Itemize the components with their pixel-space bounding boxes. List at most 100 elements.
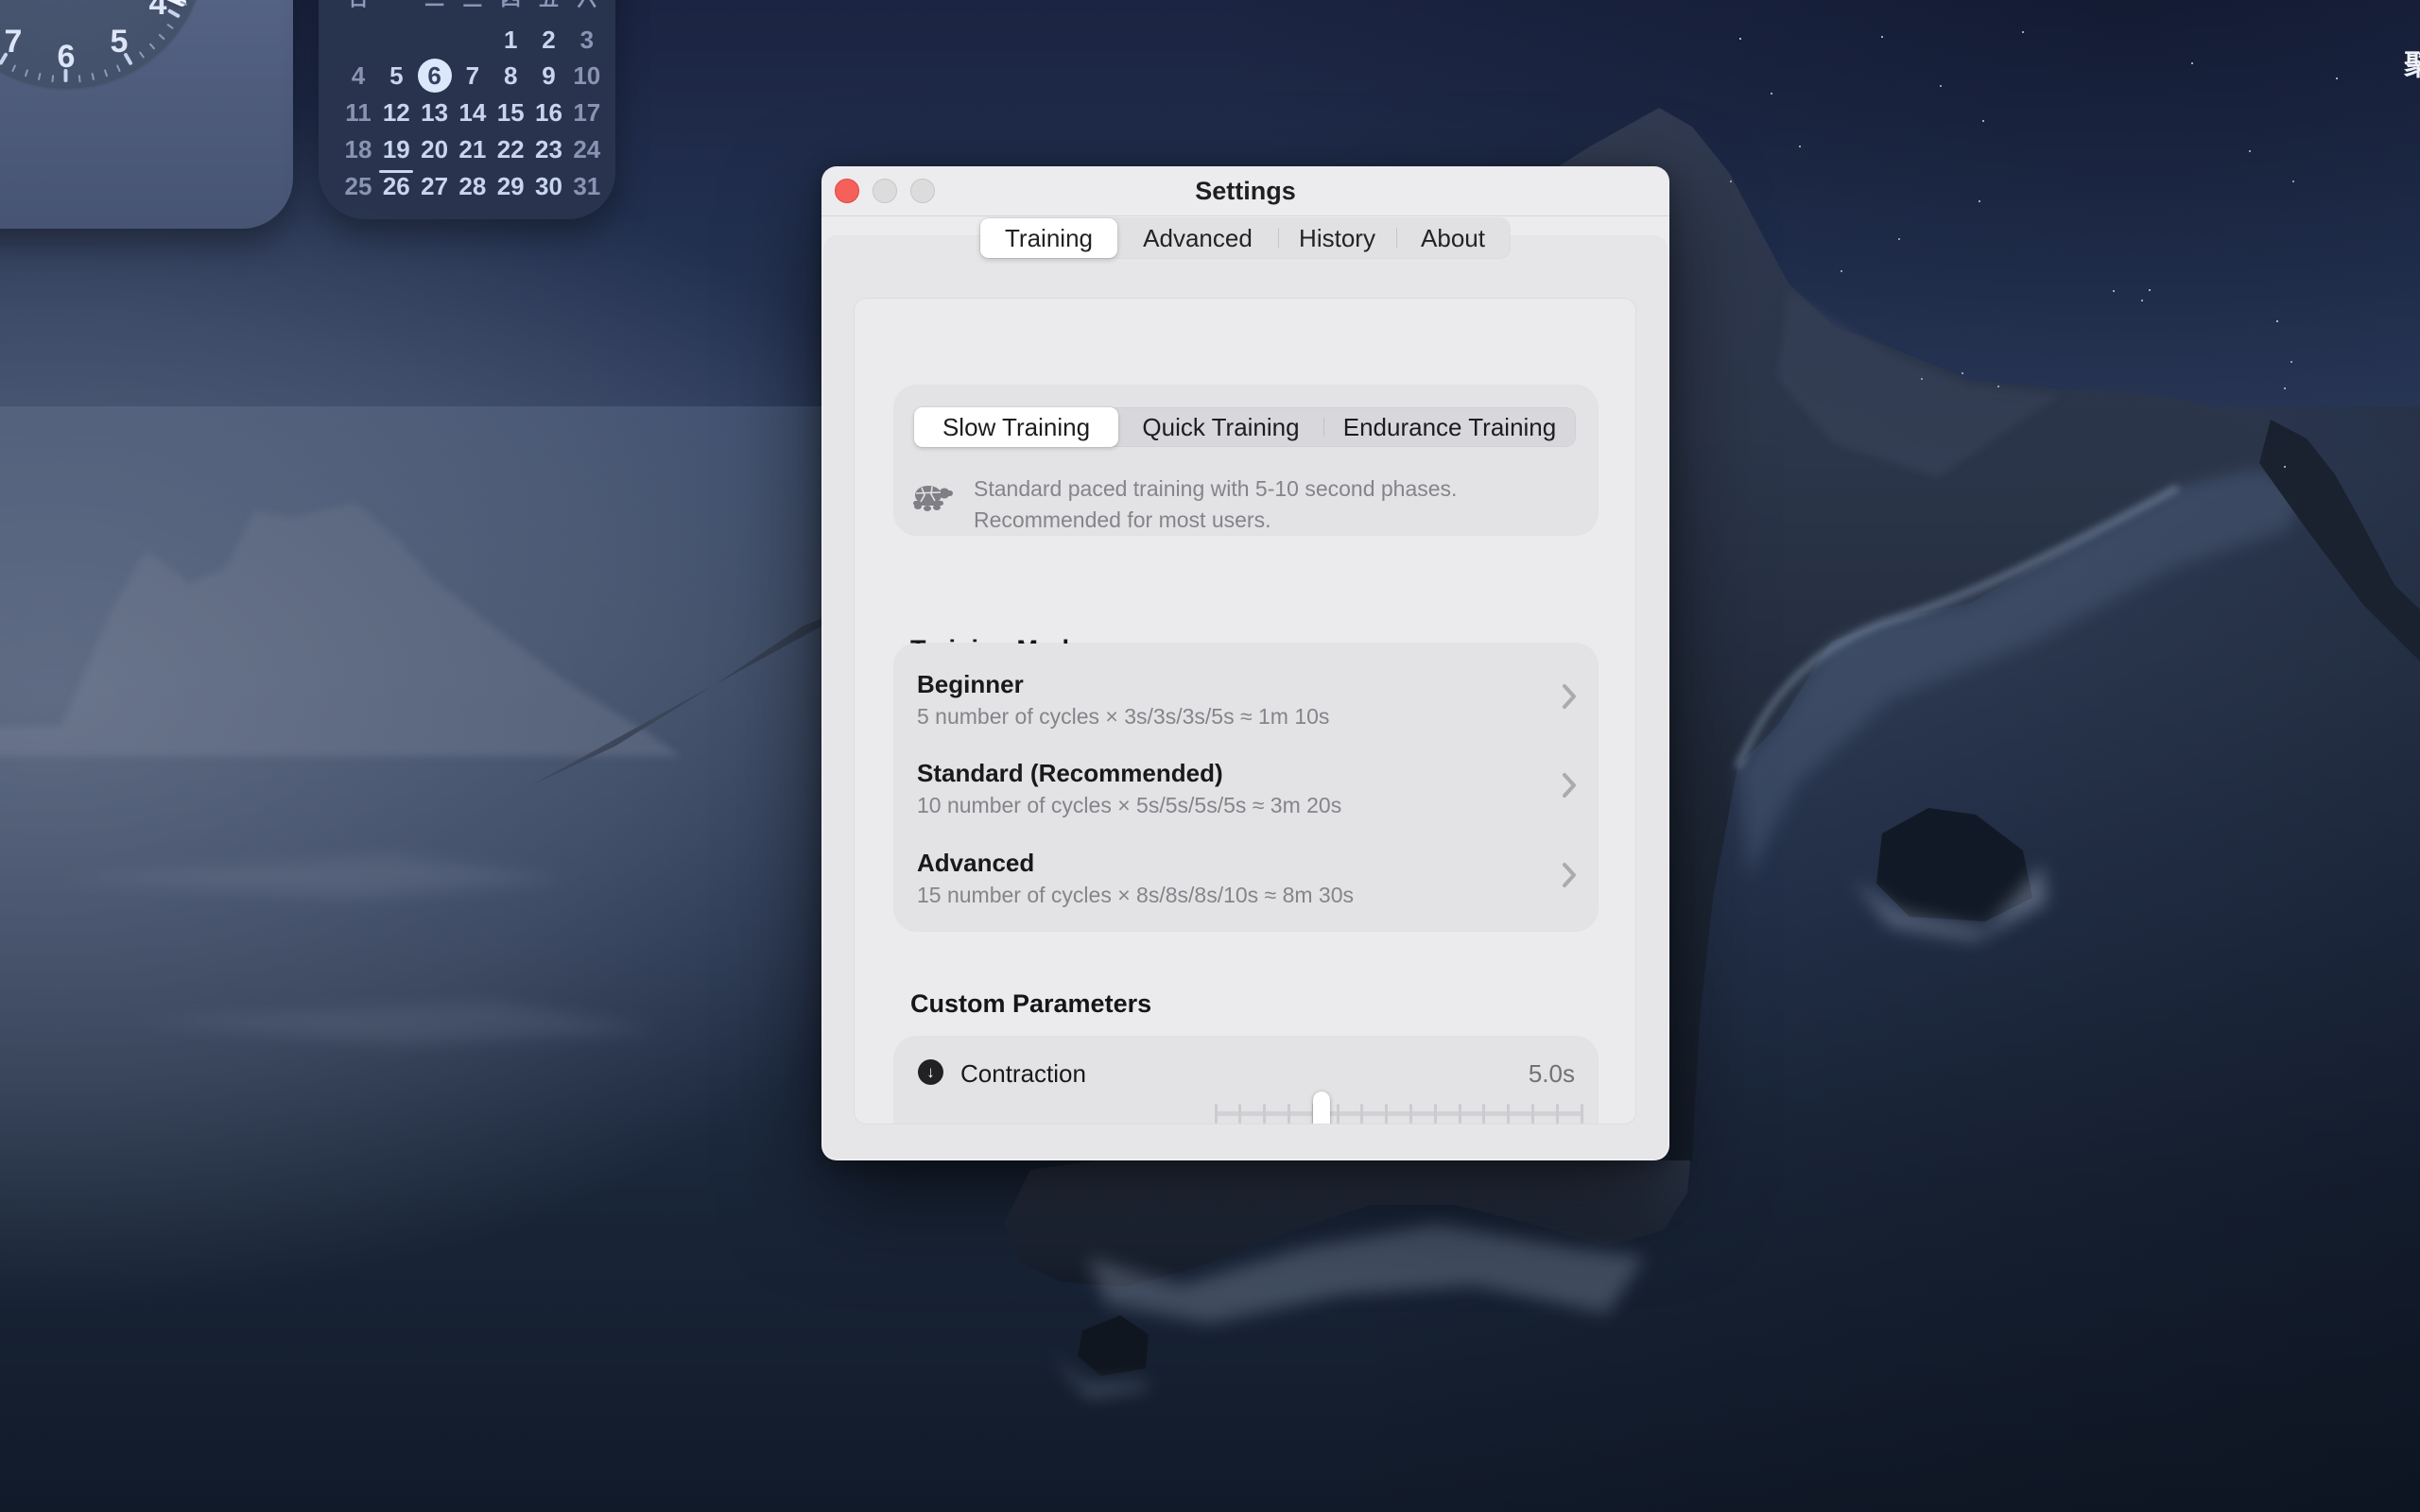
- calendar-weekday: 五: [532, 0, 566, 15]
- tab-label: Advanced: [1143, 224, 1253, 253]
- calendar-day-cell: 16: [532, 95, 566, 129]
- clock-number: 5: [100, 24, 138, 61]
- tab-label: About: [1421, 224, 1485, 253]
- calendar-day-cell: 11: [341, 95, 375, 129]
- clock-tick: [11, 64, 16, 72]
- slider-tick-mark: [1288, 1104, 1290, 1124]
- clock-tick: [149, 43, 156, 49]
- clock-face: 123456789101112: [0, 0, 206, 91]
- calendar-day-cell: 13: [418, 95, 452, 129]
- preset-subtitle: 5 number of cycles × 3s/3s/3s/5s ≈ 1m 10…: [917, 704, 1329, 730]
- slider-tick-mark: [1531, 1104, 1534, 1124]
- clock-tick: [116, 64, 121, 72]
- clock-tick: [78, 75, 81, 82]
- calendar-day-cell: 10: [570, 59, 604, 93]
- segment-quick-training[interactable]: Quick Training: [1118, 407, 1323, 447]
- clock-tick: [158, 34, 164, 41]
- preset-title: Advanced: [917, 849, 1034, 878]
- clock-tick: [91, 73, 95, 80]
- segment-label: Endurance Training: [1343, 413, 1556, 442]
- tab-label: Training: [1005, 224, 1093, 253]
- stars: [1739, 38, 1741, 40]
- tab-advanced[interactable]: Advanced: [1117, 218, 1278, 258]
- calendar-widget[interactable]: 日一二三四五六 12345678910111213141516171819202…: [319, 0, 615, 219]
- calendar-day-cell: 2: [532, 23, 566, 57]
- tab-history[interactable]: History: [1278, 218, 1396, 258]
- calendar-day-cell: 18: [341, 132, 375, 166]
- chevron-right-icon: [1562, 772, 1577, 803]
- calendar-day-cell: 8: [493, 59, 527, 93]
- calendar-day-cell: 29: [493, 169, 527, 203]
- settings-window: Settings Training Advanced History About Tr…: [821, 166, 1669, 1160]
- calendar-day-cell: 25: [341, 169, 375, 203]
- calendar-day-cell: 1: [493, 23, 527, 57]
- calendar-day-cell: 14: [456, 95, 490, 129]
- calendar-day-cell: 28: [456, 169, 490, 203]
- arrow-down-circle-icon: ↓: [918, 1059, 943, 1085]
- clock-tick: [64, 69, 68, 82]
- custom-parameters-box: ↓ Contraction 5.0s: [894, 1037, 1598, 1124]
- parameter-label: Contraction: [960, 1059, 1086, 1089]
- clock-widget[interactable]: 123456789101112: [0, 0, 293, 229]
- training-mode-segmented-control: Slow Training Quick Training Endurance Tra…: [914, 407, 1576, 447]
- slider-tick-mark: [1556, 1104, 1559, 1124]
- slider-tick-mark: [1360, 1104, 1363, 1124]
- preset-title: Beginner: [917, 670, 1024, 699]
- calendar-day-cell: 24: [570, 132, 604, 166]
- tab-bar: Training Advanced History About: [980, 218, 1510, 258]
- calendar-day-cell: 21: [456, 132, 490, 166]
- segment-slow-training[interactable]: Slow Training: [914, 407, 1118, 447]
- calendar-today-cell: 6: [418, 59, 452, 93]
- calendar-day-cell: 12: [379, 95, 413, 129]
- parameter-value: 5.0s: [1529, 1059, 1575, 1089]
- preset-row-advanced[interactable]: Advanced 15 number of cycles × 8s/8s/8s/…: [894, 828, 1598, 923]
- calendar-day-cell: 17: [570, 95, 604, 129]
- slider-tick-mark: [1434, 1104, 1437, 1124]
- calendar-weekday: 日: [341, 0, 375, 15]
- slider-tick-mark: [1263, 1104, 1266, 1124]
- tab-training[interactable]: Training: [980, 218, 1117, 258]
- clock-tick: [38, 73, 42, 80]
- tortoise-icon: [911, 482, 956, 519]
- clock-tick: [139, 51, 145, 59]
- segment-endurance-training[interactable]: Endurance Training: [1323, 407, 1576, 447]
- segment-label: Slow Training: [942, 413, 1090, 442]
- calendar-day-cell: 7: [456, 59, 490, 93]
- tab-about[interactable]: About: [1396, 218, 1510, 258]
- calendar-day-cell: 30: [532, 169, 566, 203]
- clock-tick: [104, 69, 108, 77]
- calendar-day-cell: 23: [532, 132, 566, 166]
- calendar-day-cell: 20: [418, 132, 452, 166]
- calendar-day-cell: 22: [493, 132, 527, 166]
- contraction-slider[interactable]: [1216, 1091, 1582, 1124]
- clock-tick: [166, 24, 174, 29]
- calendar-day-cell: 4: [341, 59, 375, 93]
- window-titlebar[interactable]: Settings: [821, 166, 1669, 216]
- calendar-day-cell: 26: [379, 169, 413, 203]
- calendar-day-cell: 5: [379, 59, 413, 93]
- chevron-right-icon: [1562, 862, 1577, 893]
- slider-tick-mark: [1459, 1104, 1461, 1124]
- calendar-day-cell: 31: [570, 169, 604, 203]
- calendar-weekday: 三: [456, 0, 490, 15]
- slider-tick-mark: [1409, 1104, 1412, 1124]
- slider-tick-mark: [1581, 1104, 1583, 1124]
- slider-tick-mark: [1507, 1104, 1510, 1124]
- slider-tick-mark: [1385, 1104, 1388, 1124]
- preset-row-beginner[interactable]: Beginner 5 number of cycles × 3s/3s/3s/5…: [894, 649, 1598, 745]
- preset-row-standard[interactable]: Standard (Recommended) 10 number of cycl…: [894, 738, 1598, 833]
- slider-tick-mark: [1238, 1104, 1241, 1124]
- desktop-icon-label-fragment: 聚: [2404, 42, 2420, 83]
- calendar-weekday: 四: [493, 0, 527, 15]
- preset-schemes-box: Beginner 5 number of cycles × 3s/3s/3s/5…: [894, 644, 1598, 931]
- clock-tick: [51, 75, 54, 82]
- calendar-day-cell: 19: [379, 132, 413, 166]
- calendar-day-cell: 9: [532, 59, 566, 93]
- calendar-weekday: 二: [418, 0, 452, 15]
- calendar-weekday: 一: [379, 0, 413, 15]
- slider-track[interactable]: [1216, 1111, 1582, 1116]
- section-header-custom-parameters: Custom Parameters: [910, 989, 1151, 1019]
- training-mode-description: Standard paced training with 5-10 second…: [974, 473, 1593, 536]
- slider-thumb[interactable]: [1313, 1091, 1330, 1124]
- window-title: Settings: [821, 177, 1669, 206]
